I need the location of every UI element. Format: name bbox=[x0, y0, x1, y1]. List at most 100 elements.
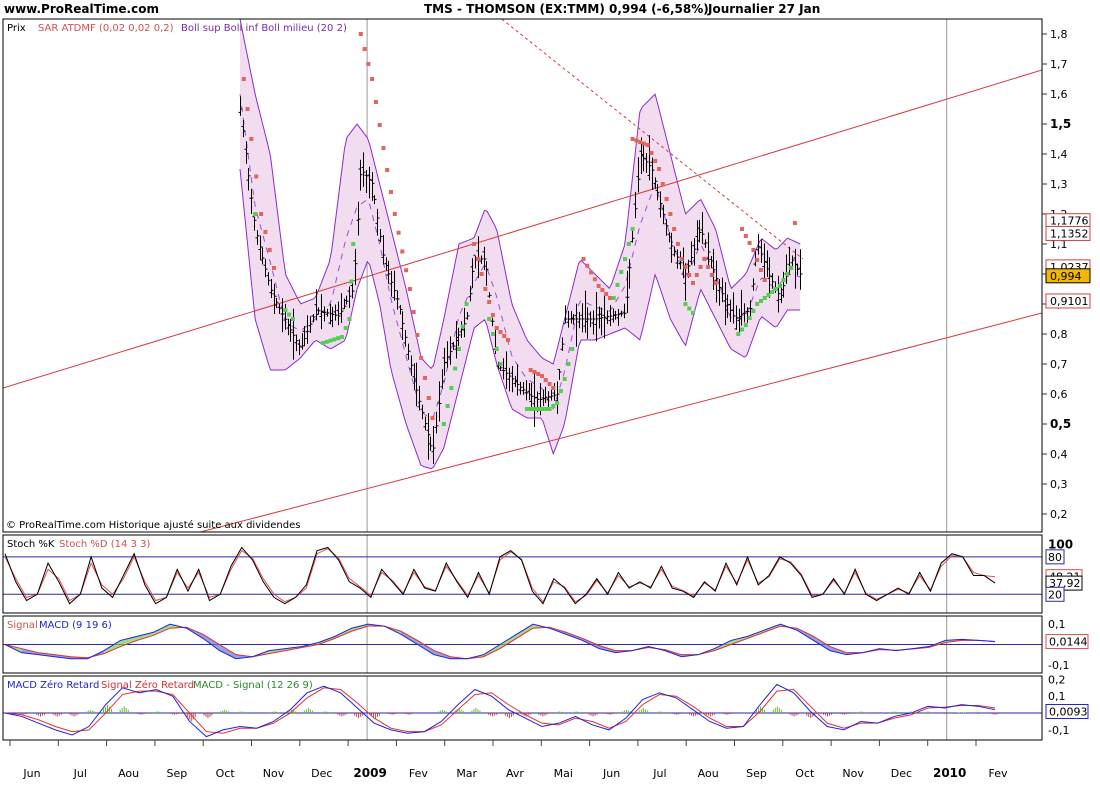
sar-dot-bearish bbox=[245, 107, 250, 111]
sar-dot-bullish bbox=[683, 302, 688, 306]
price-axis-label: 0,3 bbox=[1050, 478, 1068, 491]
sar-dot-bullish bbox=[540, 407, 544, 411]
sar-dot-bearish bbox=[430, 416, 435, 420]
sar-dot-bearish bbox=[657, 167, 662, 171]
legend-price: Prix bbox=[7, 23, 26, 34]
sar-dot-bearish bbox=[589, 270, 594, 275]
stochastic-axis-label: 100 bbox=[1048, 537, 1073, 551]
sar-dot-bearish bbox=[259, 212, 264, 216]
sar-dot-bearish bbox=[747, 241, 752, 245]
sar-dot-bearish bbox=[668, 212, 673, 216]
zero-lag-axis-label: -0,1 bbox=[1048, 724, 1069, 737]
time-axis-label: 2009 bbox=[353, 766, 386, 780]
sar-dot-bearish bbox=[241, 77, 246, 81]
sar-dot-bullish bbox=[789, 266, 794, 270]
sar-dot-bullish bbox=[332, 337, 337, 342]
macd-axis-label: -0,1 bbox=[1048, 659, 1069, 672]
time-axis-label: Nov bbox=[842, 767, 864, 780]
sar-dot-bullish bbox=[558, 389, 563, 393]
sar-dot-bearish bbox=[407, 287, 412, 291]
sar-dot-bearish bbox=[479, 272, 484, 276]
chart-header: www.ProRealTime.com TMS - THOMSON (EX:TM… bbox=[0, 0, 1100, 18]
sar-dot-bullish bbox=[351, 242, 356, 246]
price-chart-svg[interactable]: Prix SAR ATDMF (0,02 0,02 0,2) Boll sup Bo… bbox=[0, 18, 1100, 800]
sar-dot-bullish bbox=[456, 347, 461, 351]
sar-dot-bullish bbox=[328, 338, 333, 343]
sar-dot-bullish bbox=[781, 278, 786, 282]
sar-dot-bearish bbox=[377, 123, 382, 127]
sar-dot-bearish bbox=[404, 268, 409, 273]
price-plot-area bbox=[3, 19, 1042, 532]
sar-dot-bullish bbox=[770, 290, 775, 294]
sar-dot-bullish bbox=[562, 377, 567, 381]
sar-dot-bearish bbox=[706, 265, 711, 269]
sar-dot-bearish bbox=[683, 265, 688, 269]
macd-fill bbox=[500, 634, 517, 649]
dividend-note: © ProRealTime.com Historique ajusté suit… bbox=[6, 519, 300, 531]
price-axis-label: 1,3 bbox=[1050, 178, 1068, 191]
sar-dot-bullish bbox=[611, 296, 616, 300]
sar-dot-bullish bbox=[758, 299, 763, 303]
sar-dot-bullish bbox=[687, 306, 692, 311]
sar-dot-bearish bbox=[679, 257, 684, 261]
macd-panel[interactable]: Signal MACD (9 19 6) bbox=[3, 620, 1042, 660]
legend-zero-lag-signal: Signal Zéro Retard bbox=[101, 679, 194, 691]
sar-dot-bearish bbox=[475, 257, 480, 261]
sar-dot-bearish bbox=[547, 382, 552, 386]
sar-dot-bullish bbox=[551, 404, 556, 408]
sar-dot-bearish bbox=[638, 140, 643, 144]
sar-dot-bearish bbox=[758, 268, 763, 272]
legend-zero-lag-hist: MACD - Signal (12 26 9) bbox=[193, 680, 313, 691]
sar-dot-bullish bbox=[785, 272, 790, 276]
sar-dot-bullish bbox=[623, 257, 628, 261]
instrument-title: TMS - THOMSON (EX:TMM) bbox=[424, 2, 605, 16]
sar-dot-bearish bbox=[743, 234, 748, 238]
time-axis-label: Sep bbox=[746, 767, 767, 780]
sar-dot-bearish bbox=[551, 386, 556, 390]
sar-dot-bullish bbox=[464, 302, 469, 306]
stochastic-panel[interactable]: Stoch %K Stoch %D (14 3 3) bbox=[3, 539, 1042, 605]
sar-dot-bearish bbox=[649, 151, 654, 155]
sar-dot-bearish bbox=[528, 368, 533, 372]
price-axis-label: 0,5 bbox=[1050, 417, 1071, 431]
legend-macd: MACD (9 19 6) bbox=[39, 620, 112, 631]
time-axis-label: Dec bbox=[311, 767, 332, 780]
sar-dot-bearish bbox=[709, 273, 714, 277]
legend-bollinger: Boll sup Boll inf Boll milieu (20 2) bbox=[181, 23, 347, 34]
sar-dot-bearish bbox=[702, 257, 707, 261]
price-axis-label: 0,2 bbox=[1050, 508, 1068, 521]
time-axis-label: Jun bbox=[22, 767, 40, 780]
sar-dot-bearish bbox=[494, 326, 499, 330]
sar-dot-bearish bbox=[358, 32, 363, 36]
time-axis-label: Oct bbox=[795, 767, 815, 780]
sar-dot-bearish bbox=[645, 143, 650, 147]
legend-stoch-k: Stoch %K bbox=[7, 539, 55, 550]
macd-zero-lag-panel[interactable]: MACD Zéro Retard Signal Zéro RetardMACD -… bbox=[3, 679, 1042, 738]
site-name[interactable]: www.ProRealTime.com bbox=[4, 2, 159, 16]
zero-lag-value-box-text: 0,0093 bbox=[1049, 705, 1088, 718]
sar-dot-bearish bbox=[389, 190, 393, 194]
sar-dot-bullish bbox=[532, 407, 537, 411]
price-panel[interactable]: Prix SAR ATDMF (0,02 0,02 0,2) Boll sup Bo… bbox=[3, 19, 1042, 532]
sar-dot-bearish bbox=[691, 281, 695, 285]
sar-dot-bullish bbox=[736, 332, 741, 336]
sar-dot-bearish bbox=[672, 227, 677, 231]
sar-dot-bearish bbox=[422, 376, 427, 380]
sar-dot-bearish bbox=[755, 258, 760, 262]
sar-dot-bearish bbox=[596, 284, 601, 288]
sar-dot-bullish bbox=[566, 362, 571, 366]
time-axis-label: Avr bbox=[506, 767, 524, 780]
price-axis-label: 1,8 bbox=[1050, 28, 1068, 41]
sar-dot-bearish bbox=[592, 277, 597, 282]
sar-dot-bullish bbox=[445, 404, 450, 408]
sar-dot-bullish bbox=[321, 341, 326, 345]
sar-dot-bullish bbox=[740, 327, 745, 332]
sar-dot-bullish bbox=[543, 407, 548, 411]
price-value-box-text: 1,1352 bbox=[1050, 227, 1089, 240]
legend-macd-signal: Signal bbox=[7, 620, 38, 631]
sar-dot-bullish bbox=[619, 270, 624, 274]
sar-dot-bullish bbox=[524, 407, 529, 411]
sar-dot-bullish bbox=[347, 317, 352, 321]
sar-dot-bearish bbox=[392, 212, 397, 216]
sar-dot-bullish bbox=[498, 362, 503, 366]
